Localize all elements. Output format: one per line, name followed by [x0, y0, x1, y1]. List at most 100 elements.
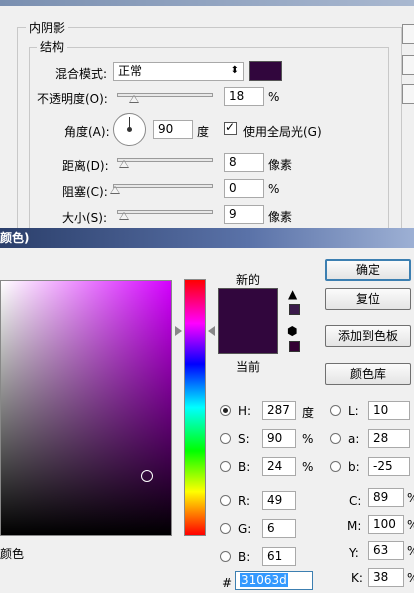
brightness-radio[interactable]	[220, 461, 231, 472]
current-color-swatch[interactable]	[218, 321, 278, 354]
opacity-input[interactable]: 18	[224, 87, 264, 106]
size-label: 大小(S):	[62, 211, 108, 225]
lab-b-label: b:	[348, 460, 360, 474]
distance-input[interactable]: 8	[224, 153, 264, 172]
magenta-input[interactable]: 100	[368, 515, 404, 534]
angle-label: 角度(A):	[64, 125, 110, 139]
checkmark-icon: ✓	[225, 120, 236, 134]
brightness-input[interactable]: 24	[262, 457, 296, 476]
saturation-brightness-field[interactable]	[0, 280, 172, 536]
brightness-unit: %	[302, 460, 314, 474]
choke-unit: %	[268, 182, 280, 196]
blend-mode-select[interactable]: 正常 ⬍	[113, 62, 244, 81]
opacity-slider-thumb[interactable]	[129, 95, 139, 103]
angle-dial[interactable]	[113, 113, 146, 146]
structure-title: 结构	[37, 38, 68, 55]
green-label: G:	[238, 522, 252, 536]
size-slider-thumb[interactable]	[119, 212, 129, 220]
cyan-label: C:	[349, 494, 362, 508]
distance-label: 距离(D):	[62, 159, 109, 173]
angle-input[interactable]: 90	[153, 120, 193, 139]
gamut-color-swatch[interactable]	[289, 304, 300, 315]
color-field-marker[interactable]	[141, 470, 153, 482]
blue-input[interactable]: 61	[262, 547, 296, 566]
red-input[interactable]: 49	[262, 491, 296, 510]
dialog-side-button-1[interactable]	[402, 24, 414, 44]
black-input[interactable]: 38	[368, 568, 404, 587]
dialog-top-edge	[0, 0, 414, 6]
lab-l-label: L:	[348, 404, 359, 418]
angle-dial-center	[127, 127, 132, 132]
red-radio[interactable]	[220, 495, 231, 506]
black-unit: %	[407, 571, 414, 585]
ok-button[interactable]: 确定	[325, 259, 411, 281]
lab-b-input[interactable]: -25	[368, 457, 410, 476]
updown-arrow-icon: ⬍	[230, 65, 239, 76]
red-label: R:	[238, 494, 251, 508]
hex-label: #	[222, 576, 233, 590]
hue-input[interactable]: 287	[262, 401, 296, 420]
distance-slider-thumb[interactable]	[119, 160, 129, 168]
black-label: K:	[351, 571, 363, 585]
color-libraries-button[interactable]: 颜色库	[325, 363, 411, 385]
size-slider[interactable]	[117, 210, 213, 214]
distance-slider[interactable]	[117, 158, 213, 162]
hue-radio[interactable]	[220, 405, 231, 416]
opacity-unit: %	[268, 90, 280, 104]
cyan-unit: %	[407, 491, 414, 505]
hue-slider[interactable]	[184, 279, 206, 536]
hue-slider-right-arrow[interactable]	[208, 326, 215, 336]
yellow-label: Y:	[349, 546, 359, 560]
web-safe-cube-icon[interactable]: ⬢	[287, 325, 297, 337]
out-of-gamut-warning-icon[interactable]: ▲	[288, 288, 297, 300]
new-color-swatch	[218, 288, 278, 321]
lab-a-label: a:	[348, 432, 360, 446]
magenta-label: M:	[347, 519, 362, 533]
hue-slider-left-arrow[interactable]	[175, 326, 182, 336]
saturation-input[interactable]: 90	[262, 429, 296, 448]
lab-a-input[interactable]: 28	[368, 429, 410, 448]
green-input[interactable]: 6	[262, 519, 296, 538]
choke-slider-thumb[interactable]	[110, 186, 120, 194]
size-unit: 像素	[268, 210, 293, 224]
saturation-radio[interactable]	[220, 433, 231, 444]
green-radio[interactable]	[220, 523, 231, 534]
blend-mode-label: 混合模式:	[55, 67, 108, 81]
size-input[interactable]: 9	[224, 205, 264, 224]
hex-input[interactable]: 31063d	[235, 571, 313, 590]
new-color-label: 新的	[236, 273, 261, 287]
choke-input[interactable]: 0	[224, 179, 264, 198]
web-safe-color-swatch[interactable]	[289, 341, 300, 352]
yellow-unit: %	[407, 544, 414, 558]
global-light-label: 使用全局光(G)	[243, 125, 322, 139]
shadow-color-swatch[interactable]	[249, 61, 282, 81]
yellow-input[interactable]: 63	[368, 541, 404, 560]
choke-slider[interactable]	[113, 184, 213, 188]
lab-b-radio[interactable]	[330, 461, 341, 472]
magenta-unit: %	[407, 518, 414, 532]
opacity-label: 不透明度(O):	[37, 92, 108, 106]
color-picker-title: 颜色)	[0, 231, 30, 245]
blend-mode-value: 正常	[118, 64, 143, 78]
global-light-checkbox[interactable]: ✓	[224, 120, 237, 135]
dialog-side-button-2[interactable]	[402, 55, 414, 75]
distance-unit: 像素	[268, 158, 293, 172]
add-to-swatches-button[interactable]: 添加到色板	[325, 325, 411, 347]
reset-button[interactable]: 复位	[325, 288, 411, 310]
lab-a-radio[interactable]	[330, 433, 341, 444]
hex-value: 31063d	[240, 573, 288, 587]
only-web-colors-label: 颜色	[0, 547, 25, 561]
cyan-input[interactable]: 89	[368, 488, 404, 507]
blue-radio[interactable]	[220, 551, 231, 562]
color-picker-dialog: 颜色) 颜色 新的 当前 ▲ ⬢ 确定 复位 添加到色板 颜色库 H: 287 …	[0, 228, 414, 593]
saturation-label: S:	[238, 432, 250, 446]
dialog-side-button-3[interactable]	[402, 84, 414, 104]
hue-label: H:	[238, 404, 252, 418]
lab-l-input[interactable]: 10	[368, 401, 410, 420]
current-color-label: 当前	[236, 360, 261, 374]
lab-l-radio[interactable]	[330, 405, 341, 416]
brightness-label: B:	[238, 460, 251, 474]
saturation-unit: %	[302, 432, 314, 446]
choke-label: 阻塞(C):	[62, 185, 108, 199]
angle-unit: 度	[197, 125, 210, 139]
